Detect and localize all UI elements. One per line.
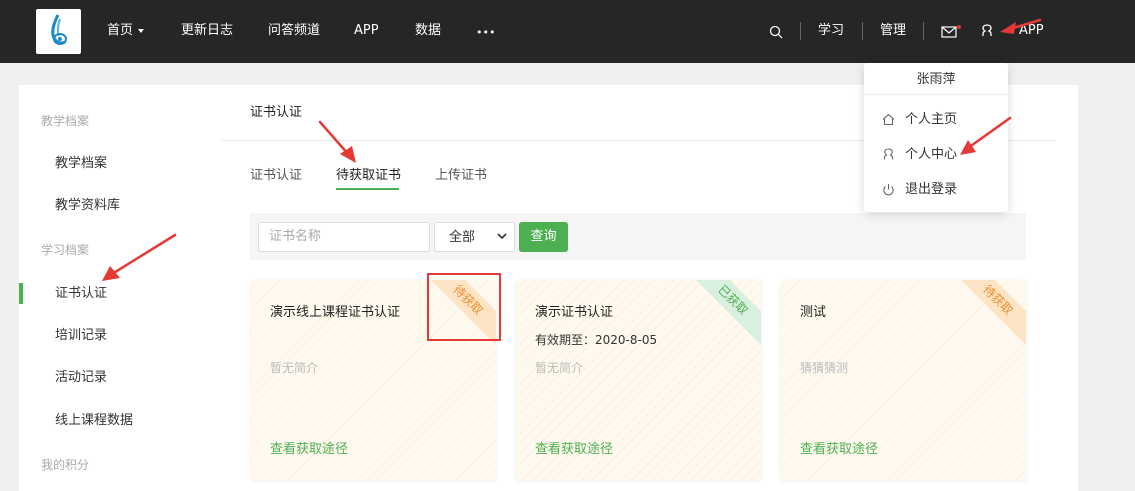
annotation-highlight-box xyxy=(427,273,501,341)
card-title: 演示线上课程证书认证 xyxy=(270,305,401,320)
divider xyxy=(864,94,1008,95)
sidebar-item-certificate[interactable]: 证书认证 xyxy=(55,285,107,303)
tab-certificate[interactable]: 证书认证 xyxy=(250,167,302,185)
divider xyxy=(800,22,801,40)
home-icon xyxy=(882,113,895,126)
view-acquisition-link[interactable]: 查看获取途径 xyxy=(535,441,613,459)
sidebar-group-title: 教学档案 xyxy=(41,114,90,128)
divider xyxy=(862,22,863,40)
nav-home-label: 首页 xyxy=(107,23,134,38)
nav-qa[interactable]: 问答频道 xyxy=(268,22,320,40)
status-badge: 已获取 xyxy=(689,280,761,344)
site-logo[interactable] xyxy=(36,9,81,54)
tab-pending-certificate[interactable]: 待获取证书 xyxy=(336,167,401,185)
card-title: 演示证书认证 xyxy=(535,305,614,320)
nav-app-right[interactable]: APP xyxy=(1019,22,1044,40)
sidebar-item-training-records[interactable]: 培训记录 xyxy=(55,327,107,345)
dropdown-username: 张雨萍 xyxy=(916,72,956,87)
nav-manage[interactable]: 管理 xyxy=(880,22,906,40)
status-badge: 待获取 xyxy=(954,280,1026,344)
card-description: 暂无简介 xyxy=(535,361,584,375)
card-title: 测试 xyxy=(800,305,827,320)
sidebar-group-title: 我的积分 xyxy=(41,458,90,472)
mail-icon[interactable] xyxy=(941,25,961,39)
sidebar-item-teaching-library[interactable]: 教学资料库 xyxy=(55,197,120,215)
query-button[interactable]: 查询 xyxy=(519,222,568,252)
active-tab-indicator xyxy=(336,188,399,190)
sidebar-item-teaching-archive[interactable]: 教学档案 xyxy=(55,155,107,173)
sidebar-item-online-course-data[interactable]: 线上课程数据 xyxy=(55,412,133,430)
page-title: 证书认证 xyxy=(250,105,303,120)
certificate-card[interactable]: 测试 猜猜猜测 查看获取途径 待获取 xyxy=(781,280,1026,480)
power-icon xyxy=(883,184,894,196)
chevron-down-icon xyxy=(138,28,145,33)
nav-more[interactable]: ••• xyxy=(476,24,495,42)
view-acquisition-link[interactable]: 查看获取途径 xyxy=(270,441,348,459)
certificate-name-input[interactable]: 证书名称 xyxy=(258,222,430,252)
card-validity: 有效期至：2020-8-05 xyxy=(535,333,658,347)
nav-study[interactable]: 学习 xyxy=(818,22,844,40)
menu-item-personal-center[interactable]: 个人中心 xyxy=(905,146,957,164)
search-icon[interactable] xyxy=(769,25,783,39)
card-description: 猜猜猜测 xyxy=(800,361,849,375)
menu-item-homepage[interactable]: 个人主页 xyxy=(905,111,957,129)
certificate-card[interactable]: 演示证书认证 有效期至：2020-8-05 暂无简介 查看获取途径 已获取 xyxy=(516,280,761,480)
nav-home[interactable]: 首页 xyxy=(107,22,145,40)
user-icon xyxy=(883,148,894,160)
sidebar xyxy=(19,85,200,491)
user-icon[interactable] xyxy=(980,24,994,38)
sidebar-active-indicator xyxy=(19,283,23,304)
chevron-down-icon xyxy=(497,233,507,240)
top-navigation-bar xyxy=(0,0,1135,63)
tab-upload-certificate[interactable]: 上传证书 xyxy=(435,167,487,185)
view-acquisition-link[interactable]: 查看获取途径 xyxy=(800,441,878,459)
nav-changelog[interactable]: 更新日志 xyxy=(181,22,233,40)
card-description: 暂无简介 xyxy=(270,361,319,375)
menu-item-logout[interactable]: 退出登录 xyxy=(905,181,957,199)
sidebar-item-activity-records[interactable]: 活动记录 xyxy=(55,369,107,387)
nav-app[interactable]: APP xyxy=(354,22,379,40)
divider xyxy=(923,22,924,40)
nav-data[interactable]: 数据 xyxy=(415,22,441,40)
sidebar-group-title: 学习档案 xyxy=(41,243,90,257)
